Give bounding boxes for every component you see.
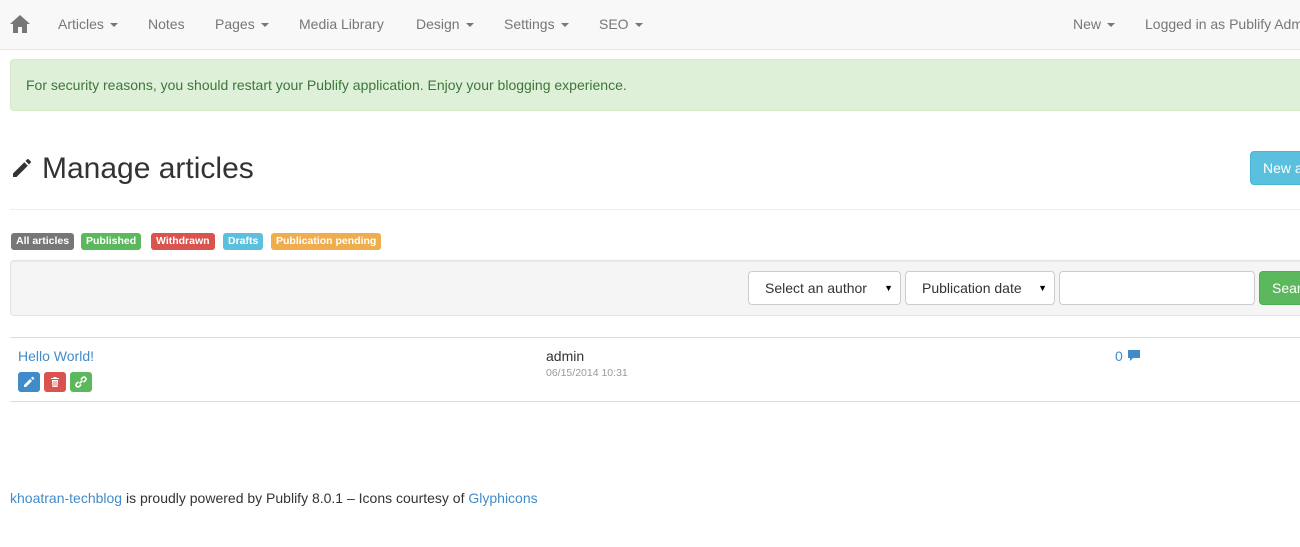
new-article-button[interactable]: New article [1250,151,1300,185]
caret-down-icon [560,23,569,28]
page-header: Manage articles [10,150,1300,210]
filter-drafts[interactable]: Drafts [223,233,264,250]
filter-publication-pending[interactable]: Publication pending [271,233,382,250]
comments-count-link[interactable]: 0 [1115,347,1123,365]
nav-notes[interactable]: Notes [148,0,185,49]
alert-message: For security reasons, you should restart… [26,77,627,93]
glyphicons-link[interactable]: Glyphicons [468,490,537,506]
caret-down-icon [1107,23,1116,28]
author-select[interactable]: Select an author ▼ [748,271,901,305]
footer: khoatran-techblog is proudly powered by … [10,489,538,507]
select-arrow-icon: ▼ [1038,283,1047,293]
caret-down-icon [465,23,474,28]
nav-media-library[interactable]: Media Library [299,0,384,49]
article-title-link[interactable]: Hello World! [18,347,94,365]
search-button[interactable]: Search [1259,271,1300,305]
pencil-icon [10,156,34,180]
caret-down-icon [109,23,118,28]
filter-published[interactable]: Published [81,233,142,250]
nav-seo[interactable]: SEO [599,0,643,49]
edit-icon[interactable] [18,372,40,392]
nav-logged-in[interactable]: Logged in as Publify Admin [1145,0,1300,49]
nav-pages[interactable]: Pages [215,0,269,49]
link-icon[interactable] [70,372,92,392]
page-title: Manage articles [42,152,254,185]
caret-down-icon [634,23,643,28]
trash-icon[interactable] [44,372,66,392]
filter-all-articles[interactable]: All articles [11,233,75,250]
caret-down-icon [260,23,269,28]
nav-articles[interactable]: Articles [58,0,118,49]
nav-design[interactable]: Design [416,0,474,49]
nav-new[interactable]: New [1073,0,1116,49]
top-navbar: Articles Notes Pages Media Library Desig… [0,0,1300,50]
footer-text: is proudly powered by Publify 8.0.1 – Ic… [122,490,469,506]
blog-name-link[interactable]: khoatran-techblog [10,490,122,506]
publication-date-select[interactable]: Publication date ▼ [905,271,1055,305]
home-icon[interactable] [9,13,31,35]
security-alert: For security reasons, you should restart… [10,59,1300,111]
search-input[interactable] [1059,271,1255,305]
select-arrow-icon: ▼ [884,283,893,293]
table-row [10,337,1300,402]
filter-withdrawn[interactable]: Withdrawn [151,233,215,250]
article-date: 06/15/2014 10:31 [546,367,628,379]
comment-icon[interactable] [1127,349,1141,362]
article-author: admin [546,348,585,364]
nav-settings[interactable]: Settings [504,0,569,49]
